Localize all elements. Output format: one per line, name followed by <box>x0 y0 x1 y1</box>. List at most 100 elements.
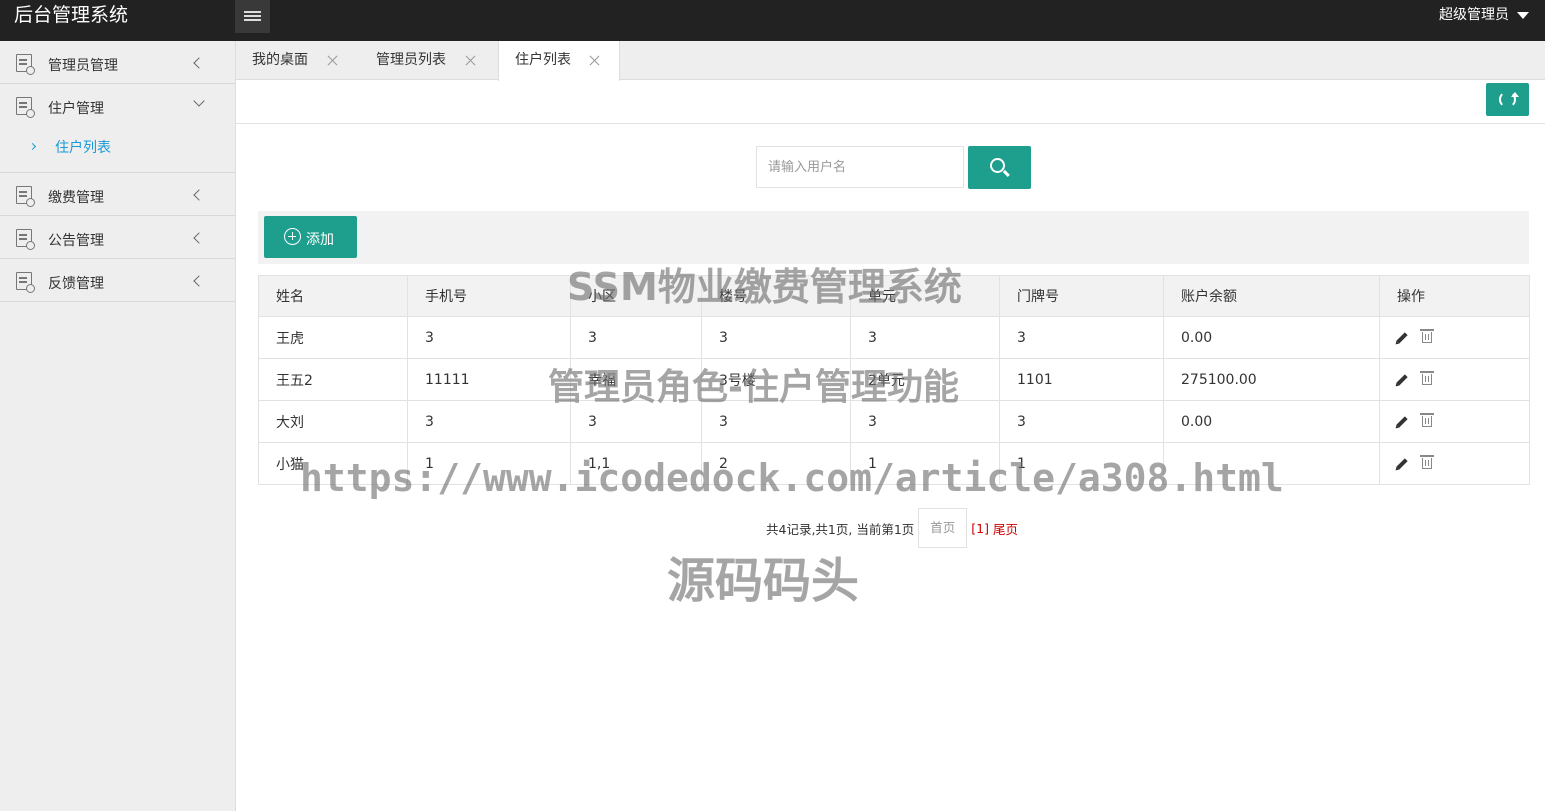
sidebar-group-label: 管理员管理 <box>48 58 118 74</box>
trash-icon[interactable] <box>1420 329 1434 343</box>
edit-icon[interactable] <box>1396 374 1408 386</box>
add-button[interactable]: 添加 <box>264 216 357 258</box>
add-button-label: 添加 <box>306 232 334 248</box>
cell-community: 3 <box>570 316 702 359</box>
trash-icon[interactable] <box>1420 455 1434 469</box>
sidebar-group-label: 反馈管理 <box>48 276 104 292</box>
sidebar-item-resident-list[interactable]: 住户列表 <box>0 127 235 173</box>
cell-building: 3号楼 <box>701 358 851 401</box>
tab-bar: 我的桌面 管理员列表 住户列表 <box>236 41 1545 81</box>
chevron-down-icon <box>193 95 205 107</box>
cell-community: 幸福 <box>570 358 702 401</box>
cell-unit: 3 <box>850 316 1000 359</box>
column-header: 账户余额 <box>1163 275 1380 317</box>
trash-icon[interactable] <box>1420 371 1434 385</box>
sidebar-group-feedback[interactable]: 反馈管理 <box>0 259 235 302</box>
tab-label: 住户列表 <box>515 52 571 68</box>
column-header: 小区 <box>570 275 702 317</box>
search-input[interactable] <box>756 146 964 188</box>
cell-phone: 11111 <box>407 358 571 401</box>
cell-name: 王五2 <box>258 358 408 401</box>
cell-actions <box>1379 316 1530 359</box>
cell-community: 3 <box>570 400 702 443</box>
tab-desktop[interactable]: 我的桌面 <box>236 41 358 80</box>
close-icon[interactable] <box>465 55 476 66</box>
sidebar-group-label: 公告管理 <box>48 233 104 249</box>
tab-label: 我的桌面 <box>252 52 308 68</box>
table-row: 小猫 1 1,1 2 1 1 <box>258 442 1530 485</box>
cell-balance: 0.00 <box>1163 316 1380 359</box>
sidebar-group-label: 缴费管理 <box>48 190 104 206</box>
resident-table: 姓名 手机号 小区 楼号 单元 门牌号 账户余额 操作 王虎 3 3 3 3 3… <box>258 275 1530 485</box>
column-header: 手机号 <box>407 275 571 317</box>
refresh-button[interactable] <box>1486 83 1529 116</box>
pagination: 共4记录,共1页, 当前第1页 首页 [1] 尾页 <box>766 508 1018 548</box>
sidebar-group-admin[interactable]: 管理员管理 <box>0 41 235 84</box>
last-page-link[interactable]: 尾页 <box>993 519 1018 538</box>
cell-door-number: 1101 <box>999 358 1164 401</box>
cell-balance: 275100.00 <box>1163 358 1380 401</box>
cell-name: 小猫 <box>258 442 408 485</box>
edit-icon[interactable] <box>1396 458 1408 470</box>
cell-unit: 3 <box>850 400 1000 443</box>
refresh-icon <box>1499 91 1519 108</box>
user-menu[interactable]: 超级管理员 <box>1439 6 1529 24</box>
cell-phone: 3 <box>407 316 571 359</box>
app-title: 后台管理系统 <box>14 4 129 26</box>
document-icon <box>16 54 35 75</box>
sidebar-group-residents[interactable]: 住户管理 <box>0 84 235 127</box>
cell-door-number: 1 <box>999 442 1164 485</box>
current-page-link[interactable]: [1] <box>971 521 989 536</box>
sidebar-group-notices[interactable]: 公告管理 <box>0 216 235 259</box>
cell-actions <box>1379 358 1530 401</box>
document-icon <box>16 229 35 250</box>
tab-admin-list[interactable]: 管理员列表 <box>360 41 498 80</box>
sidebar-group-payments[interactable]: 缴费管理 <box>0 173 235 216</box>
column-header: 门牌号 <box>999 275 1164 317</box>
user-name: 超级管理员 <box>1439 7 1509 23</box>
tab-label: 管理员列表 <box>376 52 446 68</box>
column-header: 单元 <box>850 275 1000 317</box>
cell-unit: 1 <box>850 442 1000 485</box>
pagination-summary: 共4记录,共1页, 当前第1页 <box>766 521 915 537</box>
watermark-brand: 源码码头 <box>667 553 860 609</box>
cell-building: 3 <box>701 316 851 359</box>
cell-building: 2 <box>701 442 851 485</box>
table-row: 大刘 3 3 3 3 3 0.00 <box>258 400 1530 443</box>
cell-door-number: 3 <box>999 400 1164 443</box>
tab-resident-list[interactable]: 住户列表 <box>498 41 620 81</box>
sidebar-item-label: 住户列表 <box>55 140 111 156</box>
top-bar: 后台管理系统 超级管理员 <box>0 0 1545 41</box>
first-page-button[interactable]: 首页 <box>918 508 968 548</box>
close-icon[interactable] <box>589 55 600 66</box>
column-header: 楼号 <box>701 275 851 317</box>
menu-toggle-button[interactable] <box>235 0 270 33</box>
edit-icon[interactable] <box>1396 416 1408 428</box>
column-header: 姓名 <box>258 275 408 317</box>
action-bar: 添加 <box>258 211 1529 264</box>
document-icon <box>16 272 35 293</box>
column-header: 操作 <box>1379 275 1530 317</box>
cell-building: 3 <box>701 400 851 443</box>
search-button[interactable] <box>968 146 1031 189</box>
trash-icon[interactable] <box>1420 413 1434 427</box>
cell-balance <box>1163 442 1380 485</box>
chevron-left-icon <box>193 189 205 201</box>
cell-balance: 0.00 <box>1163 400 1380 443</box>
search-icon <box>990 158 1005 173</box>
close-icon[interactable] <box>327 55 338 66</box>
edit-icon[interactable] <box>1396 332 1408 344</box>
cell-phone: 1 <box>407 442 571 485</box>
page-toolbar <box>236 80 1545 124</box>
cell-community: 1,1 <box>570 442 702 485</box>
cell-actions <box>1379 442 1530 485</box>
chevron-left-icon <box>193 275 205 287</box>
cell-name: 大刘 <box>258 400 408 443</box>
hamburger-icon <box>244 11 261 21</box>
chevron-left-icon <box>193 57 205 69</box>
sidebar-group-label: 住户管理 <box>48 101 104 117</box>
table-header-row: 姓名 手机号 小区 楼号 单元 门牌号 账户余额 操作 <box>258 275 1530 317</box>
document-icon <box>16 97 35 118</box>
sidebar: 管理员管理 住户管理 住户列表 缴费管理 公告管理 反馈管理 <box>0 41 236 811</box>
cell-phone: 3 <box>407 400 571 443</box>
